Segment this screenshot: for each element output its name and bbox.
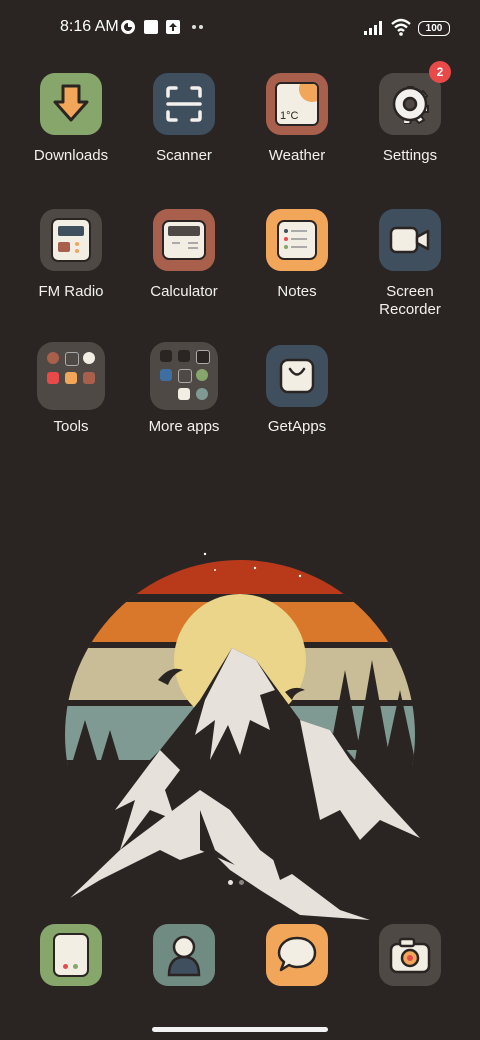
signal-bars-icon (364, 21, 382, 35)
page-dot (228, 880, 233, 885)
app-label: Screen Recorder (379, 283, 441, 318)
app-label: Weather (268, 147, 326, 164)
app-settings[interactable]: 2 Settings (354, 61, 466, 165)
dock-phone[interactable] (40, 924, 102, 986)
more-dots-icon (192, 25, 203, 29)
app-label: Scanner (156, 147, 212, 164)
app-label: Downloads (33, 147, 109, 164)
app-label: GetApps (267, 418, 327, 435)
notification-badge: 2 (429, 61, 451, 83)
app-getapps[interactable]: GetApps (241, 345, 353, 436)
weather-temp: 1°C (280, 110, 299, 122)
status-bar: 8:16 AM 100 (0, 0, 480, 56)
vpn-icon (121, 20, 135, 34)
phone-icon (53, 933, 89, 977)
app-label: Settings (382, 147, 438, 164)
gear-icon: 2 (379, 61, 451, 135)
video-camera-icon (379, 209, 441, 271)
folder-icon (150, 342, 218, 410)
app-calculator[interactable]: Calculator (128, 209, 240, 301)
wifi-icon (391, 18, 411, 36)
home-indicator[interactable] (152, 1027, 328, 1032)
weather-card-icon: 1°C (266, 73, 328, 135)
app-label: FM Radio (38, 283, 104, 300)
shopping-bag-icon (266, 345, 328, 407)
messages-icon (277, 936, 317, 972)
app-label: Tools (53, 418, 89, 435)
app-fm-radio[interactable]: FM Radio (15, 209, 127, 301)
camera-icon (389, 937, 431, 974)
wallpaper-illustration (60, 552, 470, 920)
upload-icon (166, 20, 180, 34)
app-weather[interactable]: 1°C Weather (241, 73, 353, 165)
page-indicator (228, 880, 244, 885)
status-time: 8:16 AM (60, 18, 119, 35)
scan-frame-icon (153, 73, 215, 135)
app-scanner[interactable]: Scanner (128, 73, 240, 165)
radio-icon (40, 209, 102, 271)
dock-camera[interactable] (379, 924, 441, 986)
app-screen-recorder[interactable]: Screen Recorder (354, 209, 466, 319)
app-notes[interactable]: Notes (241, 209, 353, 301)
folder-tools[interactable]: Tools (15, 342, 127, 436)
notes-list-icon (266, 209, 328, 271)
battery-indicator: 100 (418, 21, 450, 36)
folder-more-apps[interactable]: More apps (128, 342, 240, 436)
app-label: Calculator (150, 283, 218, 300)
dock-messages[interactable] (266, 924, 328, 986)
contacts-icon (167, 935, 201, 977)
folder-icon (37, 342, 105, 410)
app-downloads[interactable]: Downloads (15, 73, 127, 165)
download-arrow-icon (40, 73, 102, 135)
calculator-icon (153, 209, 215, 271)
app-label: Notes (277, 283, 317, 300)
dock-contacts[interactable] (153, 924, 215, 986)
app-label: More apps (148, 418, 220, 435)
square-notification-icon (144, 20, 158, 34)
page-dot (239, 880, 244, 885)
